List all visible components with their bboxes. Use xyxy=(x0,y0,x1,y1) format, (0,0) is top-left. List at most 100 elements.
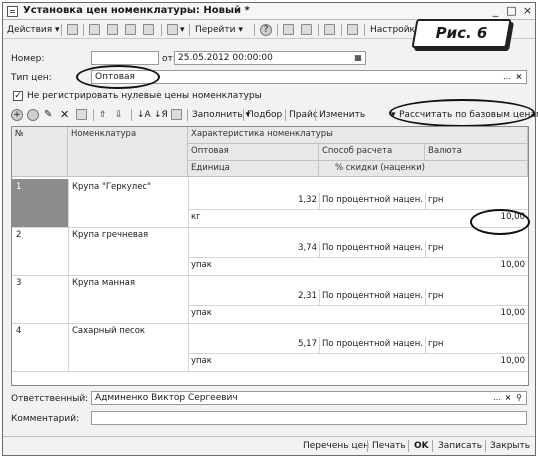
clear-icon[interactable]: × xyxy=(514,72,524,82)
responsible-field[interactable]: Админенко Виктор Сергеевич … × ⚲ xyxy=(91,391,527,405)
toolbar-separator xyxy=(93,109,94,121)
column-divider xyxy=(425,289,426,305)
tree-icon[interactable] xyxy=(301,24,312,35)
column-header-price-type[interactable]: Оптовая xyxy=(188,144,319,161)
currency-cell[interactable]: грн xyxy=(428,195,524,205)
price-cell[interactable]: 5,17 xyxy=(188,339,317,349)
price-type-field[interactable]: Оптовая … × xyxy=(91,70,527,84)
toolbar-separator xyxy=(161,24,162,36)
column-header-number[interactable]: № xyxy=(12,127,68,177)
calc-base-prices-button[interactable]: Рассчитать по базовым ценам xyxy=(399,109,538,121)
structure-icon[interactable] xyxy=(167,24,178,35)
calc-method-cell[interactable]: По процентной нацен... xyxy=(322,339,424,349)
add-row-icon[interactable]: + xyxy=(11,109,23,121)
item-name-cell[interactable]: Крупа "Геркулес" xyxy=(72,182,186,192)
row-number[interactable]: 3 xyxy=(12,275,68,323)
structure-dropdown-arrow[interactable]: ▾ xyxy=(180,24,185,36)
currency-cell[interactable]: грн xyxy=(428,243,524,253)
maximize-button[interactable]: □ xyxy=(505,4,518,18)
calendar-icon[interactable]: ▦ xyxy=(353,53,363,63)
move-up-icon[interactable]: ⇧ xyxy=(99,109,107,121)
toolbar-separator xyxy=(485,440,486,452)
discount-cell[interactable]: 10,00 xyxy=(322,260,525,270)
change-menu[interactable]: Изменить xyxy=(319,109,391,121)
toolbar-separator xyxy=(61,24,62,36)
unit-cell[interactable]: упак xyxy=(191,260,317,270)
item-name-cell[interactable]: Сахарный песок xyxy=(72,326,186,336)
sort-desc-icon[interactable]: ↓Я xyxy=(154,109,168,121)
price-list-button[interactable]: Прайс xyxy=(289,109,318,121)
discount-cell[interactable]: 10,00 xyxy=(322,212,525,222)
close-button[interactable]: Закрыть xyxy=(490,441,530,451)
column-header-calc-method[interactable]: Способ расчета xyxy=(319,144,425,161)
unit-cell[interactable]: упак xyxy=(191,356,317,366)
unit-cell[interactable]: упак xyxy=(191,308,317,318)
column-divider xyxy=(319,193,320,209)
report-icon[interactable] xyxy=(347,24,358,35)
currency-cell[interactable]: грн xyxy=(428,291,524,301)
column-header-unit[interactable]: Единица xyxy=(188,161,319,177)
change-menu-arrow[interactable]: ▾ xyxy=(391,109,396,121)
save-button[interactable]: Записать xyxy=(438,441,482,451)
row-number[interactable]: 1 xyxy=(12,179,68,227)
close-window-button[interactable]: × xyxy=(521,4,534,18)
column-header-currency[interactable]: Валюта xyxy=(425,144,528,161)
price-cell[interactable]: 1,32 xyxy=(188,195,317,205)
currency-cell[interactable]: грн xyxy=(428,339,524,349)
zero-prices-checkbox[interactable]: ✓ xyxy=(13,91,23,101)
price-cell[interactable]: 3,74 xyxy=(188,243,317,253)
copy-row-icon[interactable] xyxy=(27,109,39,121)
edit-row-icon[interactable]: ✎ xyxy=(44,109,52,121)
item-name-cell[interactable]: Крупа гречневая xyxy=(72,230,186,240)
calc-method-cell[interactable]: По процентной нацен... xyxy=(322,291,424,301)
sort-asc-icon[interactable]: ↓A xyxy=(137,109,151,121)
column-divider xyxy=(188,227,189,275)
date-value: 25.05.2012 00:00:00 xyxy=(178,53,273,63)
edit-icon[interactable] xyxy=(89,24,100,35)
toolbar-separator xyxy=(277,24,278,36)
move-down-icon[interactable]: ⇩ xyxy=(115,109,123,121)
row-number[interactable]: 4 xyxy=(12,323,68,371)
end-edit-icon[interactable] xyxy=(76,109,87,120)
post-icon[interactable] xyxy=(125,24,136,35)
delete-row-icon[interactable]: ✕ xyxy=(60,109,69,121)
help-icon[interactable]: ? xyxy=(260,24,272,36)
goto-menu[interactable]: Перейти ▾ xyxy=(195,24,243,36)
add-icon[interactable] xyxy=(67,24,78,35)
calculator-icon[interactable] xyxy=(171,109,182,120)
item-name-cell[interactable]: Крупа манная xyxy=(72,278,186,288)
row-number[interactable]: 2 xyxy=(12,227,68,275)
select-button[interactable]: … xyxy=(492,393,502,403)
ok-button[interactable]: OK xyxy=(414,441,429,451)
row-divider xyxy=(188,209,528,210)
calc-method-cell[interactable]: По процентной нацен... xyxy=(322,243,424,253)
list-icon[interactable] xyxy=(283,24,294,35)
unit-cell[interactable]: кг xyxy=(191,212,317,222)
date-field[interactable]: 25.05.2012 00:00:00 ▦ xyxy=(174,51,366,65)
column-divider xyxy=(68,179,69,227)
actions-menu[interactable]: Действия ▾ xyxy=(7,24,60,36)
number-field[interactable] xyxy=(91,51,159,65)
column-header-discount[interactable]: % скидки (наценки) xyxy=(319,161,528,177)
pick-button[interactable]: Подбор xyxy=(247,109,282,121)
discount-cell[interactable]: 10,00 xyxy=(322,356,525,366)
clear-icon[interactable]: × xyxy=(503,393,513,403)
preview-icon[interactable] xyxy=(324,24,335,35)
select-button[interactable]: … xyxy=(502,72,512,82)
price-cell[interactable]: 2,31 xyxy=(188,291,317,301)
price-list-report-button[interactable]: Перечень цен xyxy=(303,441,369,451)
column-header-item[interactable]: Номенклатура xyxy=(68,127,188,177)
copy-icon[interactable] xyxy=(107,24,118,35)
discount-cell[interactable]: 10,00 xyxy=(322,308,525,318)
column-header-characteristic[interactable]: Характеристика номенклатуры xyxy=(188,127,528,144)
minimize-button[interactable]: _ xyxy=(489,4,502,18)
column-divider xyxy=(319,241,320,257)
calc-method-cell[interactable]: По процентной нацен... xyxy=(322,195,424,205)
settings-menu[interactable]: Настройк xyxy=(370,24,415,36)
search-icon[interactable]: ⚲ xyxy=(514,393,524,403)
unpost-icon[interactable] xyxy=(143,24,154,35)
print-button[interactable]: Печать xyxy=(372,441,406,451)
comment-field[interactable] xyxy=(91,411,527,425)
toolbar-separator xyxy=(341,24,342,36)
fill-menu[interactable]: Заполнить ▾ xyxy=(192,109,250,121)
